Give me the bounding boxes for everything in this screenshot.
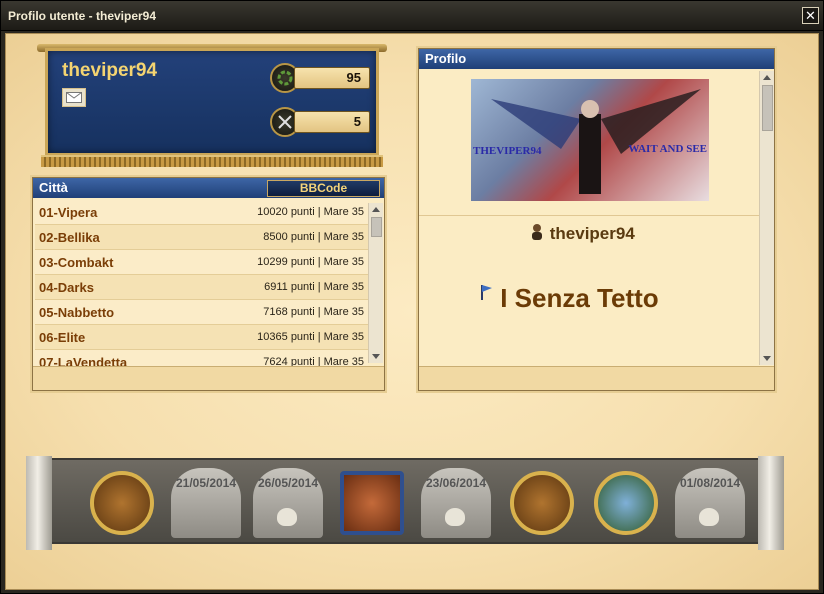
image-caption-right: WAIT AND SEE bbox=[628, 143, 707, 155]
profile-content: THEVIPER94 WAIT AND SEE theviper94 I Sen… bbox=[419, 71, 759, 365]
city-info: 10365 punti | Mare 35 bbox=[257, 331, 364, 343]
temple-medal-icon bbox=[594, 471, 658, 535]
dark-angel-icon bbox=[491, 89, 701, 194]
city-row[interactable]: 06-Elite 10365 punti | Mare 35 bbox=[35, 325, 368, 350]
cities-panel-footer bbox=[33, 366, 384, 390]
city-info: 7168 punti | Mare 35 bbox=[263, 306, 364, 318]
stat-points: 95 bbox=[270, 63, 370, 93]
city-name[interactable]: 07-LaVendetta bbox=[39, 355, 127, 367]
award-tomb[interactable]: 26/05/2014 bbox=[250, 466, 326, 540]
scroll-down-arrow-icon[interactable] bbox=[763, 356, 771, 361]
city-name[interactable]: 04-Darks bbox=[39, 280, 94, 295]
city-row[interactable]: 01-Vipera 10020 punti | Mare 35 bbox=[35, 200, 368, 225]
city-info: 6911 punti | Mare 35 bbox=[264, 281, 364, 293]
city-row[interactable]: 07-LaVendetta 7624 punti | Mare 35 bbox=[35, 350, 368, 366]
flag-icon bbox=[481, 285, 492, 300]
profile-alliance-line: I Senza Tetto bbox=[479, 283, 659, 314]
city-list[interactable]: 01-Vipera 10020 punti | Mare 35 02-Bellik… bbox=[35, 200, 368, 366]
scroll-down-arrow-icon[interactable] bbox=[372, 354, 380, 359]
city-row[interactable]: 05-Nabbetto 7168 punti | Mare 35 bbox=[35, 300, 368, 325]
medal-icon bbox=[90, 471, 154, 535]
city-info: 10020 punti | Mare 35 bbox=[257, 206, 364, 218]
award-tomb[interactable]: 21/05/2014 bbox=[168, 466, 244, 540]
window-content: theviper94 95 5 Città BBCode 01-Vipera 1… bbox=[5, 33, 819, 590]
user-avatar-icon bbox=[532, 224, 542, 240]
skull-icon bbox=[445, 508, 465, 526]
awards-strip: 21/05/2014 26/05/2014 23/06/2014 01/08/2… bbox=[26, 456, 784, 550]
city-row[interactable]: 04-Darks 6911 punti | Mare 35 bbox=[35, 275, 368, 300]
profile-panel: Profilo THEVIPER94 WAIT AND SEE theviper… bbox=[418, 48, 775, 391]
profile-panel-title: Profilo bbox=[425, 51, 467, 66]
cities-scrollbar[interactable] bbox=[368, 203, 383, 363]
window-titlebar[interactable]: Profilo utente - theviper94 ✕ bbox=[1, 1, 823, 31]
window-title: Profilo utente - theviper94 bbox=[8, 9, 157, 23]
cities-panel-header: Città BBCode bbox=[33, 178, 384, 198]
city-name[interactable]: 01-Vipera bbox=[39, 205, 97, 220]
pillar-right-icon bbox=[758, 456, 784, 550]
scroll-thumb[interactable] bbox=[762, 85, 773, 131]
award-date: 26/05/2014 bbox=[257, 476, 319, 490]
profile-panel-header: Profilo bbox=[419, 49, 774, 69]
profile-alliance[interactable]: I Senza Tetto bbox=[500, 283, 658, 313]
award-tomb[interactable]: 01/08/2014 bbox=[672, 466, 748, 540]
scroll-up-arrow-icon[interactable] bbox=[763, 75, 771, 80]
award-temple[interactable] bbox=[588, 466, 664, 540]
tombstone-icon: 23/06/2014 bbox=[421, 468, 491, 538]
image-caption-left: THEVIPER94 bbox=[473, 145, 542, 157]
send-message-button[interactable] bbox=[62, 88, 86, 107]
city-info: 7624 punti | Mare 35 bbox=[263, 356, 364, 366]
profile-username-line: theviper94 bbox=[529, 223, 635, 244]
award-date: 23/06/2014 bbox=[425, 476, 487, 490]
award-date: 21/05/2014 bbox=[175, 476, 237, 490]
close-button[interactable]: ✕ bbox=[802, 7, 819, 24]
scroll-up-arrow-icon[interactable] bbox=[372, 207, 380, 212]
award-tomb[interactable]: 23/06/2014 bbox=[418, 466, 494, 540]
skull-icon bbox=[277, 508, 297, 526]
tombstone-icon: 26/05/2014 bbox=[253, 468, 323, 538]
profile-username[interactable]: theviper94 bbox=[550, 224, 635, 243]
tombstone-icon: 21/05/2014 bbox=[171, 468, 241, 538]
tombstone-icon: 01/08/2014 bbox=[675, 468, 745, 538]
user-profile-window: Profilo utente - theviper94 ✕ theviper94 bbox=[0, 0, 824, 594]
cities-panel: Città BBCode 01-Vipera 10020 punti | Mare… bbox=[32, 177, 385, 391]
cities-panel-title: Città bbox=[39, 180, 68, 195]
award-medal[interactable] bbox=[504, 466, 580, 540]
city-info: 8500 punti | Mare 35 bbox=[263, 231, 364, 243]
scroll-thumb[interactable] bbox=[371, 217, 382, 237]
city-row[interactable]: 03-Combakt 10299 punti | Mare 35 bbox=[35, 250, 368, 275]
player-banner: theviper94 95 5 bbox=[37, 44, 387, 168]
city-name[interactable]: 06-Elite bbox=[39, 330, 85, 345]
stat-battles-value: 5 bbox=[294, 111, 370, 133]
banner-fringe bbox=[41, 155, 383, 167]
city-name[interactable]: 03-Combakt bbox=[39, 255, 113, 270]
city-info: 10299 punti | Mare 35 bbox=[257, 256, 364, 268]
profile-divider bbox=[419, 215, 759, 216]
skull-icon bbox=[699, 508, 719, 526]
award-hero[interactable] bbox=[334, 466, 410, 540]
city-row[interactable]: 02-Bellika 8500 punti | Mare 35 bbox=[35, 225, 368, 250]
medal-icon bbox=[510, 471, 574, 535]
bbcode-button[interactable]: BBCode bbox=[267, 180, 380, 197]
profile-panel-footer bbox=[419, 366, 774, 390]
profile-scrollbar[interactable] bbox=[759, 71, 774, 365]
pillar-left-icon bbox=[26, 456, 52, 550]
city-name[interactable]: 05-Nabbetto bbox=[39, 305, 114, 320]
city-name[interactable]: 02-Bellika bbox=[39, 230, 100, 245]
stat-battles: 5 bbox=[270, 107, 370, 137]
banner-cloth: theviper94 95 5 bbox=[45, 48, 379, 156]
profile-image: THEVIPER94 WAIT AND SEE bbox=[471, 79, 709, 201]
player-name: theviper94 bbox=[62, 60, 158, 81]
hero-badge-icon bbox=[340, 471, 404, 535]
award-date: 01/08/2014 bbox=[679, 476, 741, 490]
envelope-icon bbox=[66, 92, 82, 103]
stat-points-value: 95 bbox=[294, 67, 370, 89]
award-medal[interactable] bbox=[84, 466, 160, 540]
